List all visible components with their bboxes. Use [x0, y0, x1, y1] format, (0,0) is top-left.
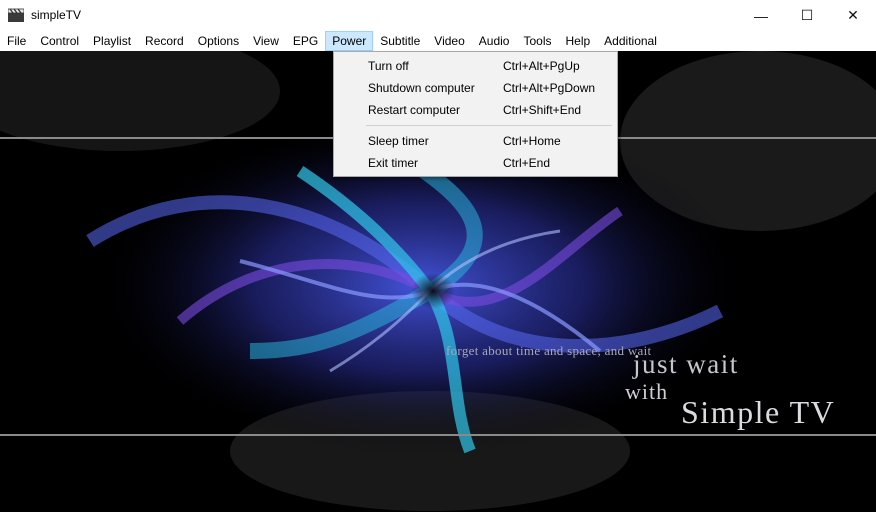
menu-epg[interactable]: EPG — [286, 31, 325, 51]
menu-item-shortcut: Ctrl+End — [503, 156, 551, 170]
menu-options[interactable]: Options — [191, 31, 246, 51]
menu-tools[interactable]: Tools — [516, 31, 558, 51]
menu-item-shortcut: Ctrl+Shift+End — [503, 103, 582, 117]
menu-playlist[interactable]: Playlist — [86, 31, 138, 51]
menu-item-turn-off[interactable]: Turn off Ctrl+Alt+PgUp — [334, 55, 617, 77]
close-button[interactable]: ✕ — [830, 0, 876, 31]
tagline-with: with — [625, 379, 669, 404]
title-bar: simpleTV — ☐ ✕ — [0, 0, 876, 31]
power-menu-dropdown: Turn off Ctrl+Alt+PgUp Shutdown computer… — [333, 51, 618, 177]
menu-item-shortcut: Ctrl+Alt+PgDown — [503, 81, 596, 95]
menu-video[interactable]: Video — [427, 31, 471, 51]
clapperboard-icon — [8, 8, 24, 22]
menu-item-label: Exit timer — [368, 156, 419, 170]
menu-subtitle[interactable]: Subtitle — [373, 31, 427, 51]
brand-simple-tv: Simple TV — [681, 394, 836, 430]
menu-separator — [366, 125, 612, 126]
menu-item-label: Turn off — [368, 59, 409, 73]
menu-item-shutdown-computer[interactable]: Shutdown computer Ctrl+Alt+PgDown — [334, 77, 617, 99]
menu-audio[interactable]: Audio — [472, 31, 517, 51]
menu-item-exit-timer[interactable]: Exit timer Ctrl+End — [334, 152, 617, 174]
maximize-button[interactable]: ☐ — [784, 0, 830, 31]
minimize-button[interactable]: — — [738, 0, 784, 31]
tagline-just-wait: just wait — [633, 349, 739, 379]
menu-item-label: Shutdown computer — [368, 81, 475, 95]
menu-item-label: Restart computer — [368, 103, 461, 117]
menu-item-label: Sleep timer — [368, 134, 429, 148]
divider-line-bottom — [0, 434, 876, 436]
menu-item-shortcut: Ctrl+Home — [503, 134, 561, 148]
menu-record[interactable]: Record — [138, 31, 191, 51]
window-title: simpleTV — [31, 8, 82, 22]
menu-bar: File Control Playlist Record Options Vie… — [0, 31, 876, 51]
menu-file[interactable]: File — [0, 31, 33, 51]
menu-control[interactable]: Control — [33, 31, 86, 51]
menu-help[interactable]: Help — [558, 31, 597, 51]
tagline-text: forget about time and space, and wait — [446, 343, 652, 358]
menu-item-restart-computer[interactable]: Restart computer Ctrl+Shift+End — [334, 99, 617, 121]
menu-additional[interactable]: Additional — [597, 31, 664, 51]
menu-power[interactable]: Power — [325, 31, 374, 51]
menu-item-sleep-timer[interactable]: Sleep timer Ctrl+Home — [334, 130, 617, 152]
menu-view[interactable]: View — [246, 31, 286, 51]
menu-item-shortcut: Ctrl+Alt+PgUp — [503, 59, 580, 73]
